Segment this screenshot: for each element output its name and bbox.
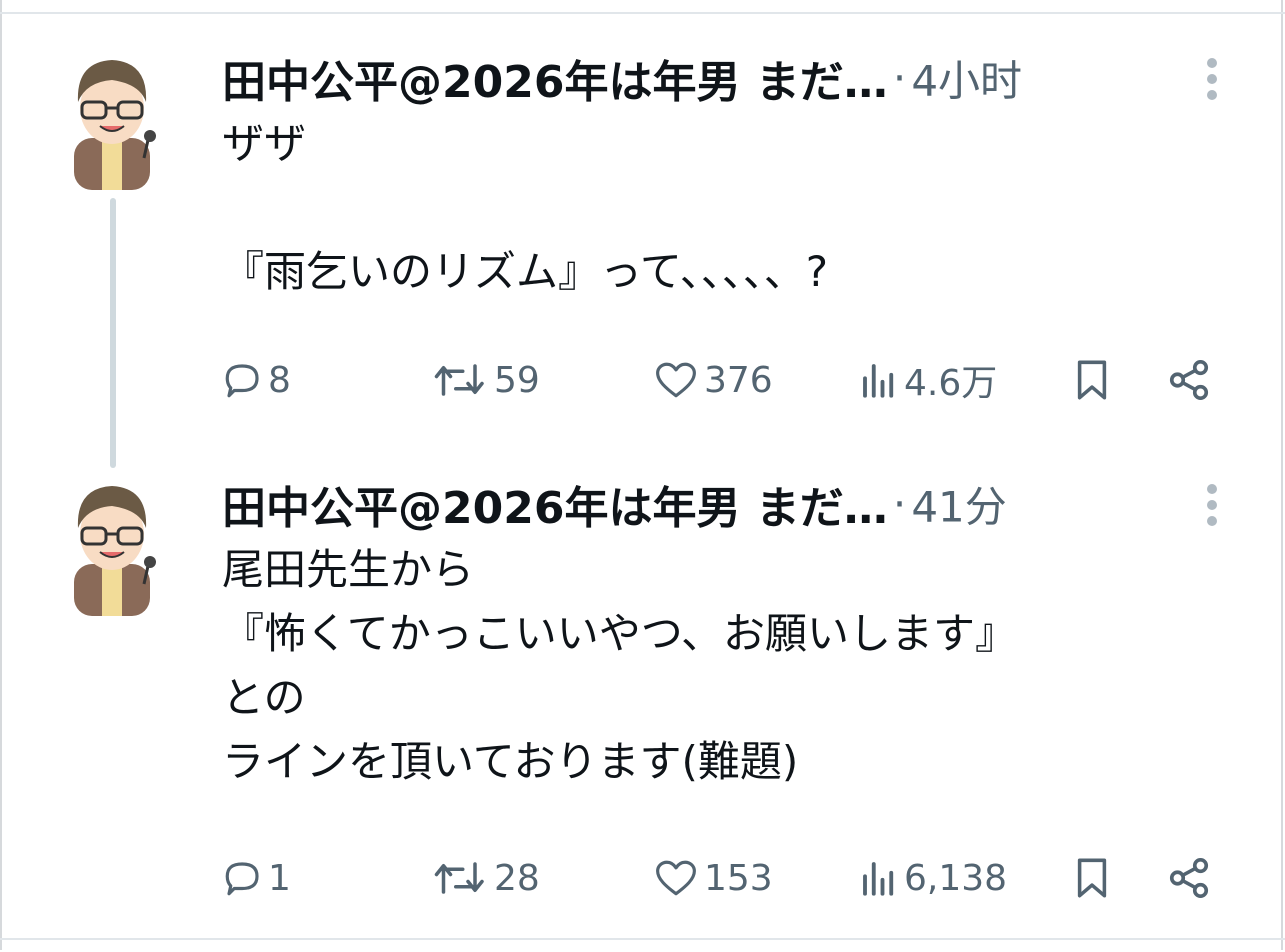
heart-icon [656,362,696,398]
retweet-button[interactable]: 28 [432,850,540,906]
author-name[interactable]: 田中公平@2026年は年男 まだ… [222,483,888,532]
tweet-text: 尾田先生から 『怖くてかっこいいやつ、お願いします』 との ラインを頂いておりま… [222,545,1018,786]
heart-icon [656,860,696,896]
bar-chart-icon [863,862,894,896]
author-name[interactable]: 田中公平@2026年は年男 まだ… [222,57,888,106]
reply-count: 1 [268,857,291,899]
more-options-button[interactable] [1202,484,1222,534]
timestamp[interactable]: 4小时 [911,57,1022,106]
vertical-ellipsis-icon [1202,484,1222,526]
separator-dot: · [892,53,907,103]
avatar-illustration [74,486,156,616]
separator-dot: · [892,479,907,529]
like-button[interactable]: 376 [652,352,773,408]
like-count: 153 [704,857,773,899]
tweet-header: 田中公平@2026年は年男 まだ… · 4小时 [222,46,1182,107]
retweet-count: 28 [494,857,540,899]
reply-button[interactable]: 1 [222,850,291,906]
reply-count: 8 [268,359,291,401]
more-options-button[interactable] [1202,58,1222,108]
tweet-actions: 1 28 153 6,138 [222,850,1222,906]
speech-bubble-icon [225,364,259,398]
bar-chart-icon [863,364,894,398]
avatar-illustration [74,60,156,190]
vertical-ellipsis-icon [1202,58,1222,100]
timestamp[interactable]: 41分 [911,483,1006,532]
tweet[interactable]: 田中公平@2026年は年男 まだ… · 41分 尾田先生から 『怖くてかっこいい… [222,472,1222,912]
like-button[interactable]: 153 [652,850,773,906]
retweet-button[interactable]: 59 [432,352,540,408]
bookmark-button[interactable] [1072,352,1112,408]
tweet-text: ザザ 『雨乞いのリズム』って、、、、、? [222,119,829,296]
views-button[interactable]: 4.6万 [858,352,997,408]
retweet-icon [434,862,484,894]
bookmark-button[interactable] [1072,850,1112,906]
thread-connector [110,198,116,468]
share-icon [1169,359,1209,401]
divider [0,938,1285,940]
reply-button[interactable]: 8 [222,352,291,408]
share-button[interactable] [1166,850,1212,906]
tweet[interactable]: 田中公平@2026年は年男 まだ… · 4小时 ザザ 『雨乞いのリズム』って、、… [222,46,1222,416]
retweet-count: 59 [494,359,540,401]
bookmark-icon [1077,360,1107,400]
retweet-icon [434,364,484,396]
view-count: 6,138 [904,857,1008,899]
tweet-actions: 8 59 376 4.6万 [222,352,1222,408]
divider [0,12,1285,14]
avatar[interactable] [64,50,160,190]
share-icon [1169,857,1209,899]
avatar[interactable] [64,476,160,616]
share-button[interactable] [1166,352,1212,408]
bookmark-icon [1077,858,1107,898]
views-button[interactable]: 6,138 [858,850,1007,906]
view-count: 4.6万 [904,363,998,404]
speech-bubble-icon [225,862,259,896]
tweet-header: 田中公平@2026年は年男 まだ… · 41分 [222,472,1182,533]
like-count: 376 [704,359,773,401]
